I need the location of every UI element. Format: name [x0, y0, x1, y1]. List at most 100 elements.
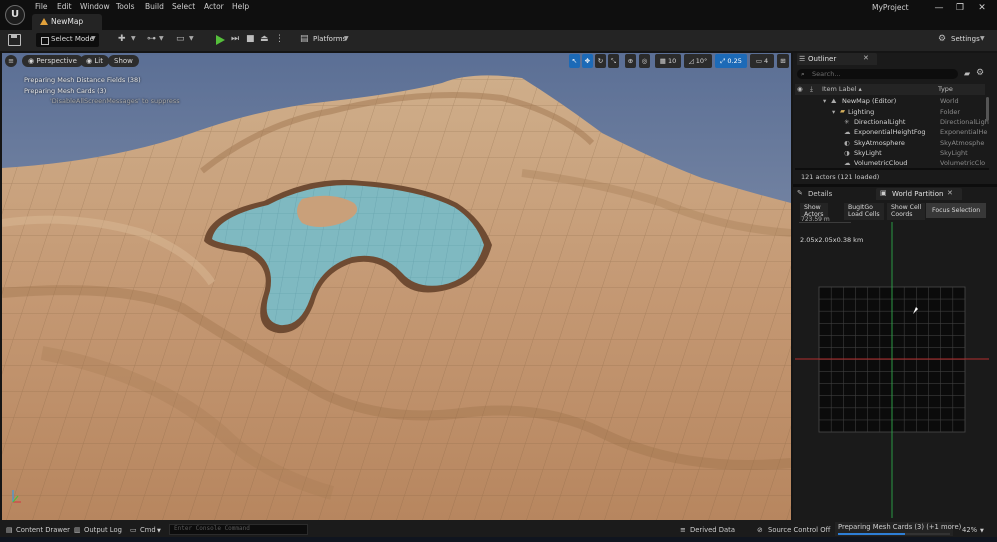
sky-light-icon: ◑ [844, 149, 850, 157]
menu-window[interactable]: Window [80, 2, 110, 11]
perspective-label: Perspective [36, 57, 77, 65]
cmd-icon[interactable]: ▭ [130, 526, 136, 534]
select-mode-icon [41, 37, 49, 45]
maximize-button[interactable]: ❐ [953, 3, 967, 13]
menu-tools[interactable]: Tools [116, 2, 134, 11]
close-window-button[interactable]: ✕ [975, 3, 989, 13]
outliner-row-label[interactable]: SkyLight [854, 149, 882, 157]
add-folder-icon[interactable]: ▰ [964, 69, 970, 78]
step-icon[interactable]: ⏭ [231, 34, 239, 44]
bugitgo-load-cells-button[interactable]: BugItGo Load Cells [844, 203, 884, 220]
chevron-down-icon[interactable]: ▼ [159, 35, 164, 42]
content-drawer-icon[interactable]: ▤ [6, 526, 12, 534]
divider [793, 184, 997, 187]
tab-details[interactable] [795, 188, 873, 200]
stop-icon[interactable]: ■ [246, 34, 255, 44]
pin-icon[interactable]: ⤓ [810, 85, 813, 94]
show-cell-coords-button[interactable]: Show Cell Coords [887, 203, 926, 220]
world-partition-icon: ▣ [880, 189, 887, 197]
visibility-icon[interactable]: ◉ [797, 85, 803, 93]
chevron-down-icon[interactable]: ▼ [189, 35, 194, 42]
gear-icon[interactable]: ⚙ [976, 68, 984, 78]
viewport-options-icon[interactable]: ≡ [5, 55, 17, 67]
output-log-button[interactable]: Output Log [84, 526, 122, 534]
chevron-down-icon[interactable]: ▾ [832, 108, 835, 116]
show-button[interactable]: Show [108, 55, 139, 67]
outliner-row-type: World [940, 97, 959, 105]
desert-scene [2, 53, 791, 520]
chevron-down-icon[interactable]: ▼ [980, 528, 984, 534]
select-tool-icon[interactable]: ↖ [569, 54, 580, 68]
world-partition-minimap[interactable] [795, 222, 989, 518]
menu-help[interactable]: Help [232, 2, 249, 11]
map-tab-label: NewMap [51, 17, 84, 26]
actor-count: 121 actors (121 loaded) [801, 173, 880, 181]
menu-file[interactable]: File [35, 2, 48, 11]
view-mode-button[interactable]: ◉ Lit [80, 55, 109, 67]
rotate-tool-icon[interactable]: ↻ [595, 54, 606, 68]
blueprint-icon[interactable]: ⊶ [147, 34, 156, 44]
outliner-tab-label: Outliner [808, 55, 837, 63]
rotation-snap-value: 10° [695, 57, 708, 65]
save-icon[interactable] [8, 34, 21, 46]
type-column[interactable]: Type [938, 85, 953, 93]
menu-build[interactable]: Build [145, 2, 164, 11]
eject-icon[interactable]: ⏏ [260, 34, 269, 44]
add-actor-icon[interactable]: ✚ [118, 34, 126, 44]
menu-select[interactable]: Select [172, 2, 195, 11]
outliner-row-label[interactable]: DirectionalLight [854, 118, 905, 126]
camera-speed-button[interactable]: ▭ 4 [750, 54, 774, 68]
console-placeholder: Enter Console Command [174, 525, 250, 532]
viewport-message: 'DisableAllScreenMessages' to suppress [50, 97, 180, 105]
sky-atmosphere-icon: ◐ [844, 139, 850, 147]
world-space-icon[interactable]: ⊕ [625, 54, 636, 68]
chevron-down-icon[interactable]: ▼ [131, 35, 136, 42]
cmd-dropdown[interactable]: Cmd [140, 526, 156, 534]
surface-snap-icon[interactable]: ◎ [639, 54, 650, 68]
search-placeholder: Search... [812, 70, 841, 78]
chevron-down-icon[interactable]: ▾ [823, 97, 826, 105]
move-tool-icon[interactable]: ✥ [582, 54, 593, 68]
directional-light-icon: ✳ [844, 118, 850, 126]
viewport-message: Preparing Mesh Distance Fields (38) [24, 76, 141, 84]
play-icon[interactable] [216, 35, 225, 45]
source-control-icon[interactable]: ⊘ [757, 526, 763, 534]
content-drawer-button[interactable]: Content Drawer [16, 526, 70, 534]
scale-tool-icon[interactable]: ⤡ [608, 54, 619, 68]
layout-icon[interactable]: ⊞ [777, 54, 789, 68]
chevron-down-icon[interactable]: ▼ [157, 528, 161, 534]
more-options-icon[interactable]: ⋮ [275, 34, 284, 44]
rotation-snap-toggle[interactable]: ◿ 10° [684, 54, 712, 68]
unreal-logo-icon[interactable]: U [5, 5, 25, 25]
focus-selection-button[interactable]: Focus Selection [926, 203, 987, 218]
platforms-icon[interactable]: ▤ [300, 34, 309, 44]
cinematics-icon[interactable]: ▭ [176, 34, 185, 44]
outliner-row-label[interactable]: Lighting [848, 108, 874, 116]
outliner-row-label[interactable]: SkyAtmosphere [854, 139, 905, 147]
task-progress-label: Preparing Mesh Cards (3) (+1 more) [838, 523, 962, 531]
gear-icon[interactable]: ⚙ [938, 34, 946, 44]
output-log-icon[interactable]: ▥ [74, 526, 80, 534]
item-label-column[interactable]: Item Label ▴ [822, 85, 862, 93]
close-icon[interactable]: ✕ [863, 54, 869, 62]
level-viewport[interactable] [2, 53, 791, 520]
outliner-row-type: SkyAtmosphe [940, 139, 985, 147]
perspective-button[interactable]: ◉ Perspective [22, 55, 83, 67]
lit-label: Lit [94, 57, 103, 65]
source-control-button[interactable]: Source Control Off [768, 526, 830, 534]
outliner-row-label[interactable]: ExponentialHeightFog [854, 128, 926, 136]
minimize-button[interactable]: — [932, 3, 946, 13]
derived-data-button[interactable]: Derived Data [690, 526, 735, 534]
outliner-row-label[interactable]: VolumetricCloud [854, 159, 907, 167]
settings-button[interactable]: Settings [951, 35, 980, 43]
close-icon[interactable]: ✕ [947, 189, 953, 197]
menu-edit[interactable]: Edit [57, 2, 72, 11]
menu-actor[interactable]: Actor [204, 2, 224, 11]
outliner-scrollbar[interactable] [986, 97, 989, 121]
derived-data-icon[interactable]: ≡ [680, 526, 686, 534]
scale-snap-toggle[interactable]: ⤢ 0.25 [715, 54, 747, 68]
platforms-button[interactable]: Platforms [313, 35, 346, 43]
grid-snap-toggle[interactable]: ▦ 10 [655, 54, 681, 68]
outliner-row-label[interactable]: NewMap (Editor) [842, 97, 896, 105]
world-icon: ⛰ [831, 97, 837, 105]
